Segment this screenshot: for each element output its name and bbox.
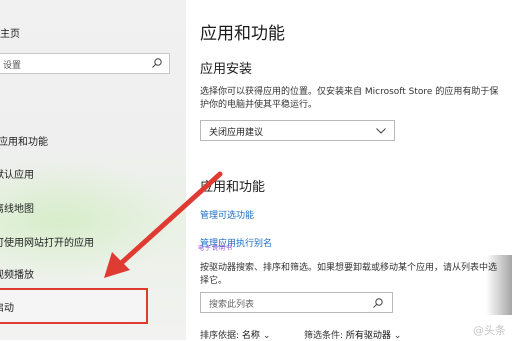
search-icon	[373, 298, 383, 308]
sidebar-item-video-playback[interactable]: 视频播放	[0, 266, 34, 281]
app-list-search-placeholder: 搜索此列表	[209, 300, 255, 310]
install-source-value: 关闭应用建议	[209, 128, 264, 138]
sidebar-search-placeholder: 设置	[3, 61, 22, 71]
settings-sidebar: 主页 设置 应用和功能 默认应用 离线地图 可使用网站打开的应用 视频播放 启动	[0, 0, 186, 340]
page-title: 应用和功能	[200, 24, 285, 44]
watermark-logo: @头条	[473, 324, 506, 337]
sidebar-item-startup[interactable]: 启动	[0, 288, 148, 324]
sidebar-item-startup-label: 启动	[0, 303, 14, 314]
edge-shadow	[486, 255, 512, 315]
install-source-dropdown[interactable]: 关闭应用建议	[200, 120, 395, 141]
sidebar-item-apps-for-websites[interactable]: 可使用网站打开的应用	[0, 234, 94, 249]
manage-optional-features-link[interactable]: 管理可选功能	[200, 208, 254, 221]
sidebar-item-apps-features[interactable]: 应用和功能	[0, 133, 48, 148]
sidebar-search-input[interactable]: 设置	[0, 53, 170, 74]
features-heading: 应用和功能	[200, 180, 266, 195]
sort-control[interactable]: 排序依据: 名称 ⌄	[200, 328, 270, 341]
install-heading: 应用安装	[200, 62, 253, 77]
watermark-text: 电子说明书	[198, 245, 234, 252]
search-description: 按驱动器搜索、排序和筛选。如果想要卸载或移动某个应用，请从列表中选择它。	[200, 263, 498, 286]
sidebar-item-offline-maps[interactable]: 离线地图	[0, 200, 34, 215]
sidebar-item-default-apps[interactable]: 默认应用	[0, 166, 34, 181]
main-panel: 应用和功能 应用安装 选择你可以获得应用的位置。仅安装来自 Microsoft …	[186, 0, 512, 341]
sidebar-home[interactable]: 主页	[0, 25, 20, 40]
install-description: 选择你可以获得应用的位置。仅安装来自 Microsoft Store 的应用有助…	[200, 87, 499, 110]
chevron-down-icon	[376, 128, 386, 134]
app-list-search-input[interactable]: 搜索此列表	[200, 292, 393, 313]
search-icon	[152, 58, 162, 68]
filter-control[interactable]: 筛选条件: 所有驱动器 ⌄	[304, 328, 401, 341]
